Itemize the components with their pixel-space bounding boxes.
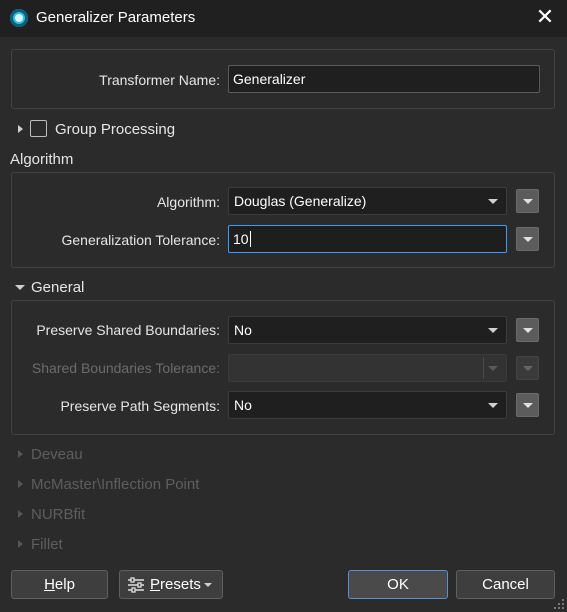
help-label: elp (54, 576, 75, 593)
preserve-path-value: No (234, 397, 252, 413)
preserve-path-menu-button[interactable] (516, 393, 539, 417)
sliders-icon (128, 577, 144, 593)
tolerance-value: 10 (233, 231, 249, 247)
cancel-button[interactable]: Cancel (456, 570, 555, 599)
algorithm-label: Algorithm: (156, 194, 220, 210)
shared-tolerance-label: Shared Boundaries Tolerance: (31, 360, 220, 376)
preserve-shared-value: No (234, 322, 252, 338)
tolerance-menu-button[interactable] (516, 227, 539, 251)
window-title: Generalizer Parameters (36, 9, 196, 26)
deveau-expand-icon (18, 450, 23, 458)
chevron-down-icon (488, 328, 498, 333)
chevron-down-icon (204, 583, 212, 587)
preserve-path-label: Preserve Path Segments: (60, 398, 220, 414)
chevron-down-icon (488, 403, 498, 408)
fillet-expand-icon (18, 540, 23, 548)
section-fillet: Fillet (31, 536, 63, 553)
presets-button[interactable]: Presets (119, 570, 223, 599)
presets-mnemonic: P (150, 576, 161, 593)
group-processing-expand-icon[interactable] (18, 125, 23, 133)
preserve-shared-label: Preserve Shared Boundaries: (36, 322, 220, 338)
resize-grip-icon[interactable] (553, 598, 565, 610)
ok-button[interactable]: OK (348, 570, 448, 599)
shared-tolerance-select (228, 354, 507, 382)
algorithm-select[interactable]: Douglas (Generalize) (228, 187, 507, 215)
chevron-down-icon (488, 366, 498, 371)
preserve-path-select[interactable]: No (228, 391, 507, 419)
chevron-down-icon (488, 199, 498, 204)
help-button[interactable]: Help (11, 570, 108, 599)
help-mnemonic: H (44, 576, 55, 593)
section-deveau: Deveau (31, 446, 83, 463)
group-processing-label[interactable]: Group Processing (55, 121, 175, 138)
tolerance-label: Generalization Tolerance: (61, 232, 220, 248)
transformer-name-input[interactable]: Generalizer (228, 65, 540, 93)
preserve-shared-menu-button[interactable] (516, 318, 539, 342)
title-bar: Generalizer Parameters ✕ (0, 0, 567, 37)
mcmaster-expand-icon (18, 480, 23, 488)
group-processing-checkbox[interactable] (30, 120, 47, 137)
shared-tolerance-menu-button (516, 356, 539, 380)
algorithm-menu-button[interactable] (516, 189, 539, 213)
algorithm-value: Douglas (Generalize) (234, 193, 367, 209)
section-mcmaster: McMaster\Inflection Point (31, 476, 200, 493)
presets-label: resets (160, 576, 201, 593)
preserve-shared-select[interactable]: No (228, 316, 507, 344)
transformer-name-label: Transformer Name: (99, 72, 220, 88)
fme-app-icon (10, 9, 28, 27)
text-caret (249, 231, 251, 247)
general-collapse-icon[interactable] (15, 285, 25, 290)
algorithm-section-title: Algorithm (10, 151, 74, 168)
close-icon[interactable]: ✕ (532, 4, 558, 30)
tolerance-input[interactable]: 10 (228, 225, 507, 253)
nurbfit-expand-icon (18, 510, 23, 518)
dropdown-separator (483, 357, 484, 379)
section-nurbfit: NURBfit (31, 506, 86, 523)
general-section-title[interactable]: General (31, 279, 84, 296)
